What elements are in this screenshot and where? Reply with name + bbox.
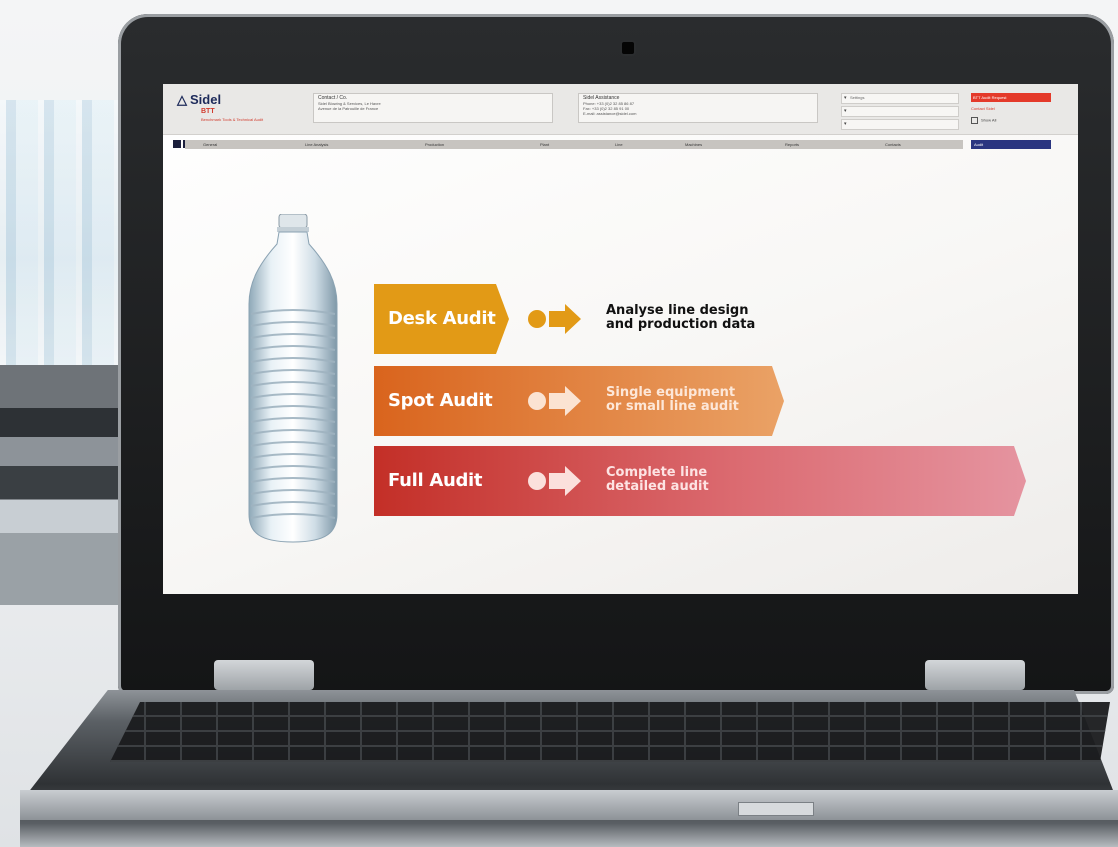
tab-reports[interactable]: Reports	[785, 140, 799, 149]
nav-tabs: General Line Analysis Production Plant L…	[185, 140, 963, 149]
assistance-line: E-mail: assistance@sidel.com	[583, 111, 637, 116]
audit-request-button[interactable]: BTT Audit Request	[971, 93, 1051, 102]
settings-selects: Settings	[841, 93, 959, 132]
sidel-logo[interactable]: △ Sidel	[177, 92, 221, 108]
show-all-checkbox[interactable]: Show All	[971, 117, 1051, 124]
laptop-screen: △ Sidel BTT Benchmark Tools & Technical A…	[163, 84, 1078, 594]
hinge-left	[214, 660, 314, 690]
full-audit-row[interactable]: Full Audit Complete line detailed audit	[374, 446, 1026, 516]
tab-audit[interactable]: Audit	[971, 140, 1051, 149]
desk-audit-description: Analyse line design and production data	[606, 304, 836, 332]
webcam-icon	[622, 42, 634, 54]
filter-select-2[interactable]	[841, 119, 959, 130]
main-nav: General Line Analysis Production Plant L…	[163, 140, 1078, 150]
desk-audit-label: Desk Audit	[388, 308, 496, 329]
tab-line[interactable]: Line	[615, 140, 623, 149]
app-name: BTT	[201, 108, 215, 115]
full-audit-arrow-icon	[528, 466, 581, 496]
contact-link[interactable]: Contact Sidel	[971, 106, 1051, 114]
keyboard-rows	[110, 702, 1110, 762]
hinge-right	[925, 660, 1025, 690]
settings-select[interactable]: Settings	[841, 93, 959, 104]
spot-audit-arrow-icon	[528, 386, 581, 416]
filter-select-1[interactable]	[841, 106, 959, 117]
nav-back-icon[interactable]	[173, 140, 181, 148]
desk-audit-desc-line: and production data	[606, 317, 756, 332]
full-audit-description: Complete line detailed audit	[606, 466, 836, 494]
full-audit-desc-line: Complete line	[606, 465, 708, 480]
tab-contacts[interactable]: Contacts	[885, 140, 901, 149]
assistance-info-box: Sidel Assistance Phone: +33 (0)2 32 85 8…	[578, 93, 818, 123]
app-header: △ Sidel BTT Benchmark Tools & Technical A…	[163, 84, 1078, 135]
checkbox-label: Show All	[981, 117, 997, 123]
laptop-latch	[738, 802, 814, 816]
spot-audit-description: Single equipment or small line audit	[606, 386, 836, 414]
tab-plant[interactable]: Plant	[540, 140, 549, 149]
checkbox-icon	[971, 117, 978, 124]
desk-audit-row[interactable]: Desk Audit Analyse line design and produ…	[374, 284, 824, 354]
water-bottle-image	[248, 214, 338, 543]
app-tagline: Benchmark Tools & Technical Audit	[201, 117, 264, 122]
spot-audit-desc-line: Single equipment	[606, 385, 736, 400]
tab-general[interactable]: General	[203, 140, 217, 149]
tab-line-analysis[interactable]: Line Analysis	[305, 140, 328, 149]
spot-audit-row[interactable]: Spot Audit Single equipment or small lin…	[374, 366, 784, 436]
full-audit-label: Full Audit	[388, 470, 483, 491]
tab-production[interactable]: Production	[425, 140, 444, 149]
full-audit-desc-line: detailed audit	[606, 479, 709, 494]
contact-line: Avenue de la Patrouille de France	[318, 106, 379, 111]
contact-info-box: Contact / Co. Sidel Blowing & Services, …	[313, 93, 553, 123]
desk-audit-desc-line: Analyse line design	[606, 303, 749, 318]
spot-audit-label: Spot Audit	[388, 390, 493, 411]
desk-audit-arrow-icon	[528, 304, 581, 334]
tab-machines[interactable]: Machines	[685, 140, 702, 149]
sidel-logo-icon: △	[177, 92, 187, 107]
laptop-front-edge	[20, 790, 1118, 820]
spot-audit-desc-line: or small line audit	[606, 399, 739, 414]
header-actions: BTT Audit Request Contact Sidel Show All	[971, 93, 1051, 124]
